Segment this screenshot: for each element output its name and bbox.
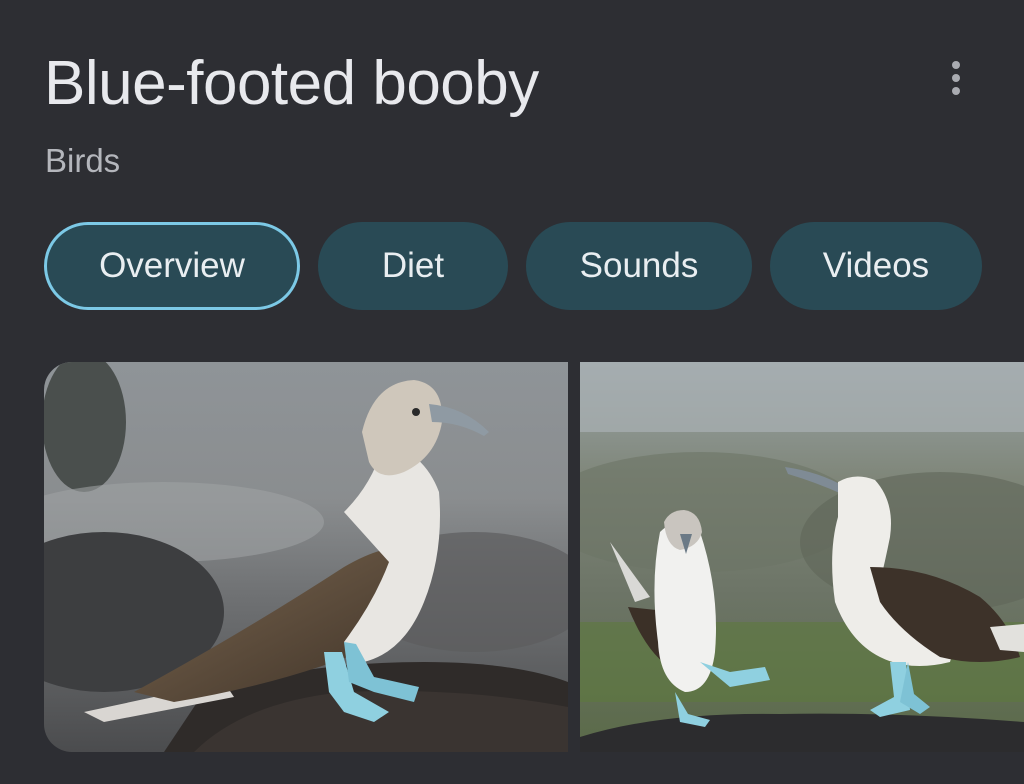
more-vertical-icon — [952, 61, 960, 95]
bird-photo-1[interactable] — [44, 362, 568, 752]
tab-videos[interactable]: Videos — [770, 222, 982, 310]
page-title: Blue-footed booby — [44, 49, 539, 118]
tab-diet[interactable]: Diet — [318, 222, 508, 310]
knowledge-panel: Blue-footed booby Birds Overview Diet So… — [0, 0, 1024, 784]
bird-photo-2[interactable] — [580, 362, 1024, 752]
booby-standing-image — [44, 362, 568, 752]
more-options-button[interactable] — [936, 56, 976, 100]
tab-overview[interactable]: Overview — [44, 222, 300, 310]
boobies-dancing-image — [580, 362, 1024, 752]
category-label: Birds — [45, 142, 121, 179]
tab-sounds[interactable]: Sounds — [526, 222, 752, 310]
